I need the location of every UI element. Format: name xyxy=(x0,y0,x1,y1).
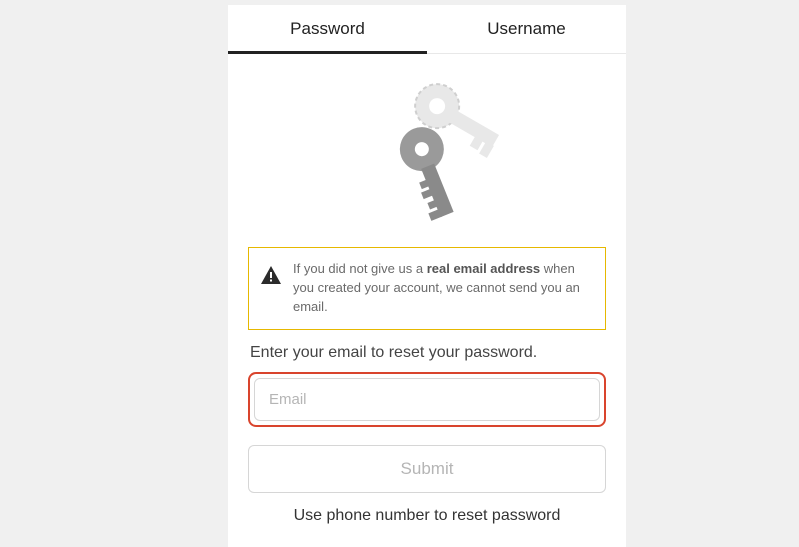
warning-bold: real email address xyxy=(427,261,540,276)
email-highlight xyxy=(248,372,606,427)
key-icon xyxy=(248,72,606,247)
warning-icon xyxy=(261,266,281,289)
reset-panel: Password Username xyxy=(228,5,626,547)
tab-bar: Password Username xyxy=(228,5,626,54)
email-input[interactable] xyxy=(254,378,600,421)
tab-username[interactable]: Username xyxy=(427,5,626,53)
use-phone-link[interactable]: Use phone number to reset password xyxy=(248,507,606,525)
prompt-text: Enter your email to reset your password. xyxy=(250,344,606,362)
warning-box: If you did not give us a real email addr… xyxy=(248,247,606,330)
tab-password[interactable]: Password xyxy=(228,5,427,53)
submit-button[interactable]: Submit xyxy=(248,445,606,493)
content-area: If you did not give us a real email addr… xyxy=(228,54,626,547)
warning-prefix: If you did not give us a xyxy=(293,261,427,276)
warning-text: If you did not give us a real email addr… xyxy=(293,260,593,317)
